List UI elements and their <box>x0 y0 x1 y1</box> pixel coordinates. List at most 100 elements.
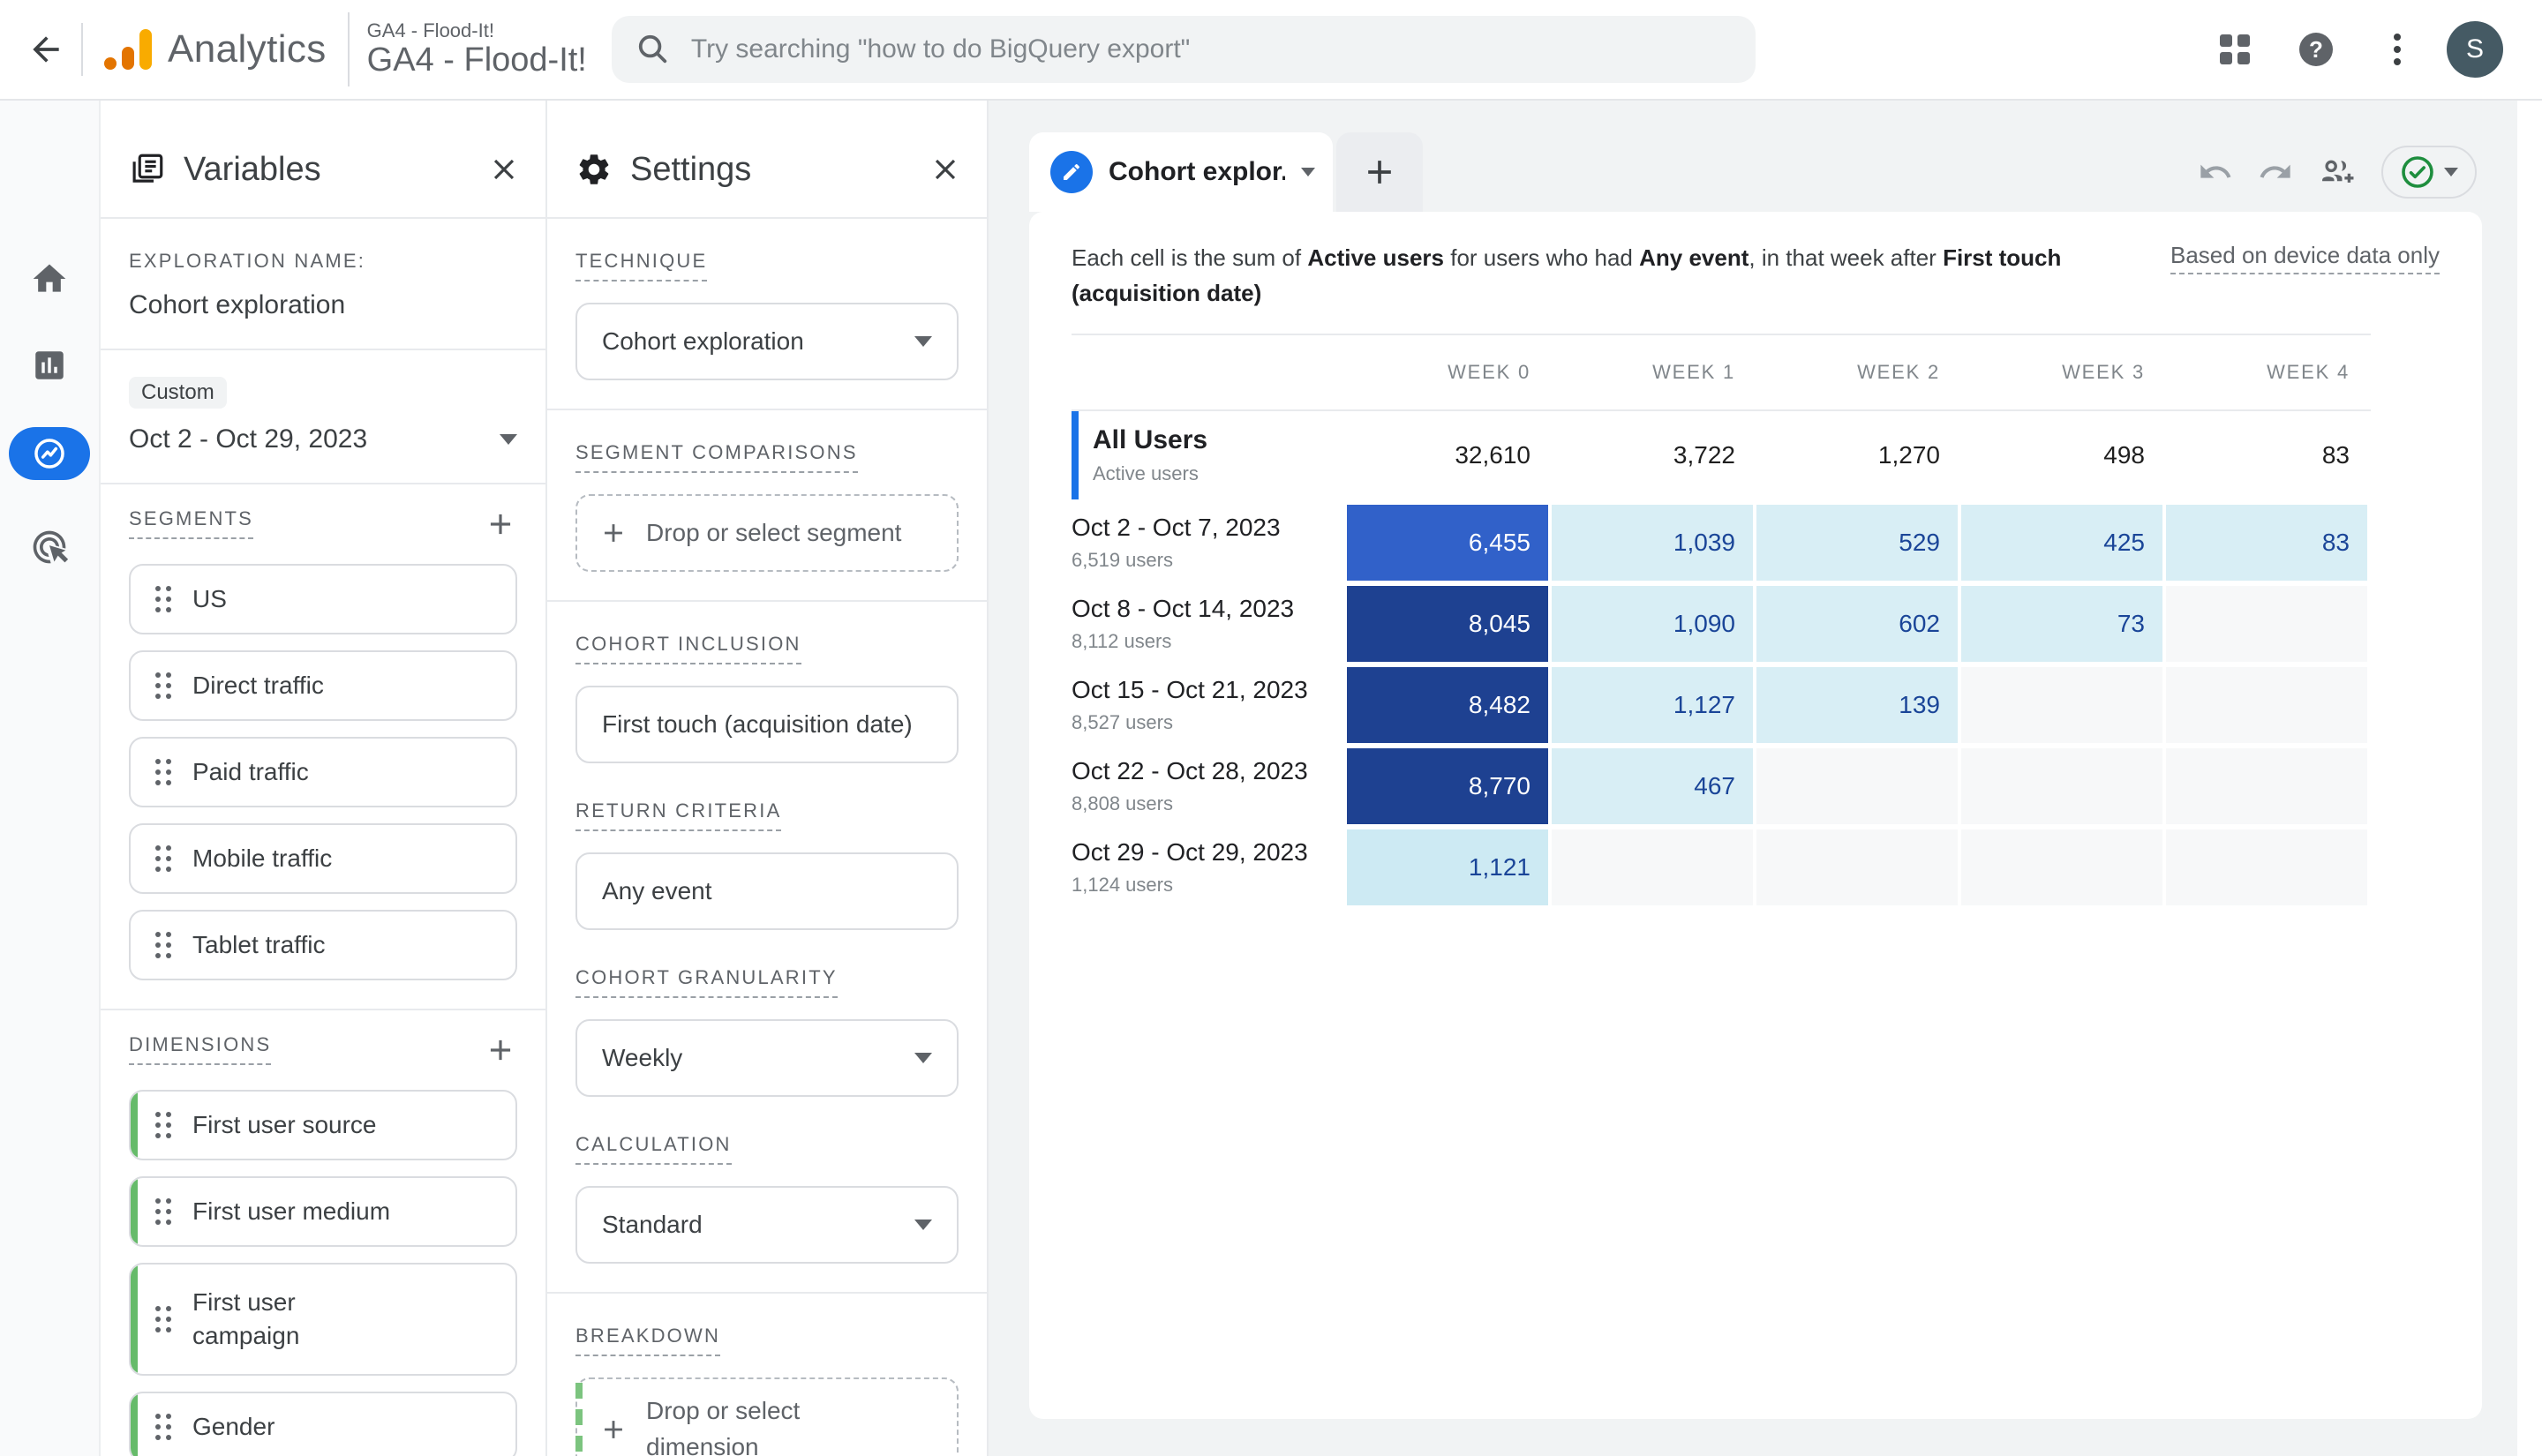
apps-grid-button[interactable] <box>2203 18 2267 81</box>
exploration-canvas: Cohort explor... Each cell is the sum of… <box>989 101 2542 1456</box>
add-segment-button[interactable] <box>484 507 517 541</box>
cohort-rows: Oct 2 - Oct 7, 2023 6,519 users 6,455 1,0… <box>1072 505 2440 905</box>
cohort-granularity-select[interactable]: Weekly <box>575 1019 959 1097</box>
search-input[interactable]: Try searching "how to do BigQuery export… <box>611 16 1756 83</box>
close-icon <box>493 159 515 180</box>
drag-handle-icon[interactable] <box>155 845 171 872</box>
drag-handle-icon[interactable] <box>155 1414 171 1440</box>
undo-button[interactable] <box>2198 154 2233 190</box>
appbar-divider <box>347 12 350 86</box>
return-criteria-select[interactable]: Any event <box>575 852 959 930</box>
table-cell: 3,722 <box>1673 441 1735 469</box>
nav-explore-button[interactable] <box>9 427 90 480</box>
breakdown-label: BREAKDOWN <box>575 1325 721 1356</box>
cohort-inclusion-label: COHORT INCLUSION <box>575 633 801 664</box>
reports-icon <box>35 351 64 379</box>
dimension-chip[interactable]: Gender <box>129 1392 517 1456</box>
tab-cohort-exploration[interactable]: Cohort explor... <box>1029 132 1333 212</box>
add-dimension-button[interactable] <box>484 1033 517 1067</box>
nav-advertising-button[interactable] <box>14 512 85 582</box>
segment-comparisons-dropzone[interactable]: Drop or select segment <box>575 494 959 572</box>
table-cell-empty <box>1961 829 2162 905</box>
save-status-button[interactable] <box>2381 146 2477 199</box>
redo-icon <box>2260 164 2290 178</box>
technique-select[interactable]: Cohort exploration <box>575 303 959 380</box>
advertising-icon <box>33 530 69 564</box>
search-icon <box>638 34 667 64</box>
breakdown-dropzone[interactable]: Drop or select dimension <box>575 1377 959 1456</box>
ga4-exploration-app: Analytics GA4 - Flood-It! GA4 - Flood-It… <box>0 0 2542 1456</box>
cohort-row-label: Oct 29 - Oct 29, 2023 1,124 users <box>1072 838 1308 896</box>
cohort-row-label: Oct 2 - Oct 7, 2023 6,519 users <box>1072 514 1281 571</box>
cohort-description: Each cell is the sum of Active users for… <box>1072 244 2062 306</box>
segment-chip[interactable]: Direct traffic <box>129 650 517 721</box>
scrollbar[interactable] <box>2517 101 2542 1456</box>
all-users-row: All Users Active users 32,610 3,722 1,27… <box>1072 411 2440 499</box>
date-range-badge: Custom <box>129 377 227 409</box>
technique-label: TECHNIQUE <box>575 250 708 281</box>
avatar[interactable]: S <box>2447 21 2503 78</box>
nav-home-button[interactable] <box>14 244 85 314</box>
drag-handle-icon[interactable] <box>155 1306 171 1332</box>
more-menu-button[interactable] <box>2365 18 2429 81</box>
table-cell: 498 <box>2103 441 2145 469</box>
segment-chip[interactable]: Tablet traffic <box>129 910 517 980</box>
drag-handle-icon[interactable] <box>155 586 171 612</box>
breadcrumb-property: GA4 - Flood-It! <box>366 41 587 79</box>
help-icon: ? <box>2299 33 2333 66</box>
week-column-header: WEEK 2 <box>1857 361 1940 383</box>
date-range-selector[interactable]: Oct 2 - Oct 29, 2023 <box>129 424 517 454</box>
exploration-name-value[interactable]: Cohort exploration <box>129 290 517 320</box>
drag-handle-icon[interactable] <box>155 759 171 785</box>
share-users-icon <box>2322 160 2354 183</box>
share-users-button[interactable] <box>2318 153 2357 191</box>
panel-title: Variables <box>184 150 321 188</box>
drag-handle-icon[interactable] <box>155 1198 171 1225</box>
back-button[interactable] <box>11 14 81 85</box>
drag-handle-icon[interactable] <box>155 672 171 699</box>
table-cell: 1,127 <box>1552 667 1753 743</box>
based-on-device-link[interactable]: Based on device data only <box>2170 242 2440 274</box>
close-variables-button[interactable] <box>487 153 521 186</box>
add-tab-button[interactable] <box>1336 132 1423 212</box>
back-icon <box>33 36 59 63</box>
close-settings-button[interactable] <box>929 153 962 186</box>
drag-handle-icon[interactable] <box>155 1112 171 1138</box>
table-cell-empty <box>2166 586 2367 662</box>
property-breadcrumb[interactable]: GA4 - Flood-It! GA4 - Flood-It! <box>367 19 587 80</box>
product-name: Analytics <box>168 27 327 71</box>
redo-button[interactable] <box>2258 154 2293 190</box>
table-cell: 32,610 <box>1455 441 1530 469</box>
segment-comparisons-label: SEGMENT COMPARISONS <box>575 441 858 473</box>
dimension-chip[interactable]: First user source <box>129 1090 517 1160</box>
search-placeholder: Try searching "how to do BigQuery export… <box>690 34 1191 64</box>
drag-handle-icon[interactable] <box>155 932 171 958</box>
week-column-header: WEEK 4 <box>2267 361 2350 383</box>
segment-chip[interactable]: Paid traffic <box>129 737 517 807</box>
nav-reports-button[interactable] <box>14 330 85 401</box>
appbar-divider <box>81 23 83 76</box>
dimension-chip[interactable]: First user campaign <box>129 1263 517 1376</box>
chevron-down-icon <box>914 1053 932 1063</box>
calculation-select[interactable]: Standard <box>575 1186 959 1264</box>
help-button[interactable]: ? <box>2284 18 2348 81</box>
dimension-chip[interactable]: First user medium <box>129 1176 517 1247</box>
table-cell: 73 <box>1961 586 2162 662</box>
table-cell-empty <box>1961 748 2162 824</box>
table-cell: 8,482 <box>1347 667 1548 743</box>
add-icon <box>1368 161 1391 184</box>
segment-chip[interactable]: Mobile traffic <box>129 823 517 894</box>
table-cell-empty <box>1756 748 1958 824</box>
cohort-inclusion-select[interactable]: First touch (acquisition date) <box>575 686 959 763</box>
table-cell-empty <box>1756 829 1958 905</box>
panel-title: Settings <box>630 150 752 188</box>
nav-rail <box>0 101 101 1456</box>
exploration-name-label: EXPLORATION NAME: <box>129 250 366 272</box>
segment-chip[interactable]: US <box>129 564 517 634</box>
undo-icon <box>2200 164 2231 178</box>
table-cell: 83 <box>2321 441 2350 469</box>
apps-grid-icon <box>2220 34 2250 64</box>
all-users-accent-bar <box>1072 411 1079 499</box>
add-icon <box>490 514 511 535</box>
all-users-label: All Users <box>1093 425 1208 454</box>
